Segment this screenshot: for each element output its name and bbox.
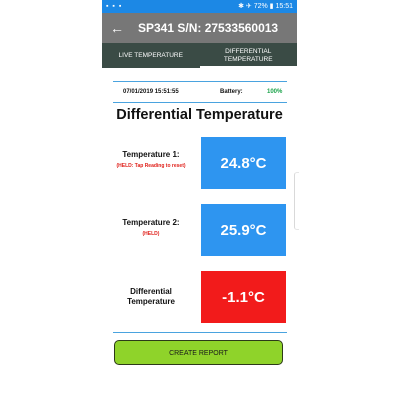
differential-reading: -1.1°C (201, 271, 286, 323)
tab-live-temperature[interactable]: LIVE TEMPERATURE (102, 43, 200, 68)
temperature-2-value: 25.9°C (220, 221, 267, 239)
temperature-2-label: Temperature 2: (122, 218, 180, 227)
differential-value: -1.1°C (222, 288, 265, 306)
tab-differential-temperature-label: DIFFERENTIAL TEMPERATURE (223, 47, 273, 63)
temperature-1-label: Temperature 1: (122, 150, 180, 159)
tab-bar: LIVE TEMPERATURE DIFFERENTIAL TEMPERATUR… (102, 43, 297, 68)
divider (113, 332, 287, 333)
app-title: SP341 S/N: 27533560013 (138, 21, 279, 35)
status-right: ✱ ✈ 72% ▮ 15:51 (238, 3, 293, 10)
datetime: 07/01/2019 15:51:55 (123, 89, 179, 95)
differential-label-block: Differential Temperature (102, 287, 200, 307)
tab-live-temperature-label: LIVE TEMPERATURE (118, 51, 183, 59)
page-title: Differential Temperature (116, 107, 283, 123)
app-bar: ← SP341 S/N: 27533560013 (102, 13, 297, 43)
notification-icons: ▪ ▪ ▪ (106, 3, 123, 10)
temperature-2-label-block: Temperature 2: (HELD) (102, 218, 200, 238)
tab-differential-temperature[interactable]: DIFFERENTIAL TEMPERATURE (199, 43, 298, 68)
battery-value: 100% (267, 89, 283, 95)
back-arrow-icon[interactable]: ← (110, 18, 124, 38)
info-row: 07/01/2019 15:51:55 Battery: 100% (113, 81, 287, 103)
temperature-1-value: 24.8°C (220, 154, 267, 172)
temperature-2-reading[interactable]: 25.9°C (201, 204, 286, 256)
differential-label: Differential Temperature (127, 287, 175, 306)
edge-handle (294, 172, 299, 230)
create-report-button[interactable]: CREATE REPORT (114, 340, 283, 365)
temperature-2-hint: (HELD) (142, 231, 160, 237)
battery-label: Battery: (220, 89, 243, 95)
temperature-1-reading[interactable]: 24.8°C (201, 137, 286, 189)
temperature-1-label-block: Temperature 1: (HELD: Tap Reading to res… (102, 150, 200, 170)
temperature-1-hint: (HELD: Tap Reading to reset) (116, 163, 186, 169)
status-bar: ▪ ▪ ▪ ✱ ✈ 72% ▮ 15:51 (102, 0, 297, 13)
phone-screen: ▪ ▪ ▪ ✱ ✈ 72% ▮ 15:51 ← SP341 S/N: 27533… (102, 0, 297, 388)
